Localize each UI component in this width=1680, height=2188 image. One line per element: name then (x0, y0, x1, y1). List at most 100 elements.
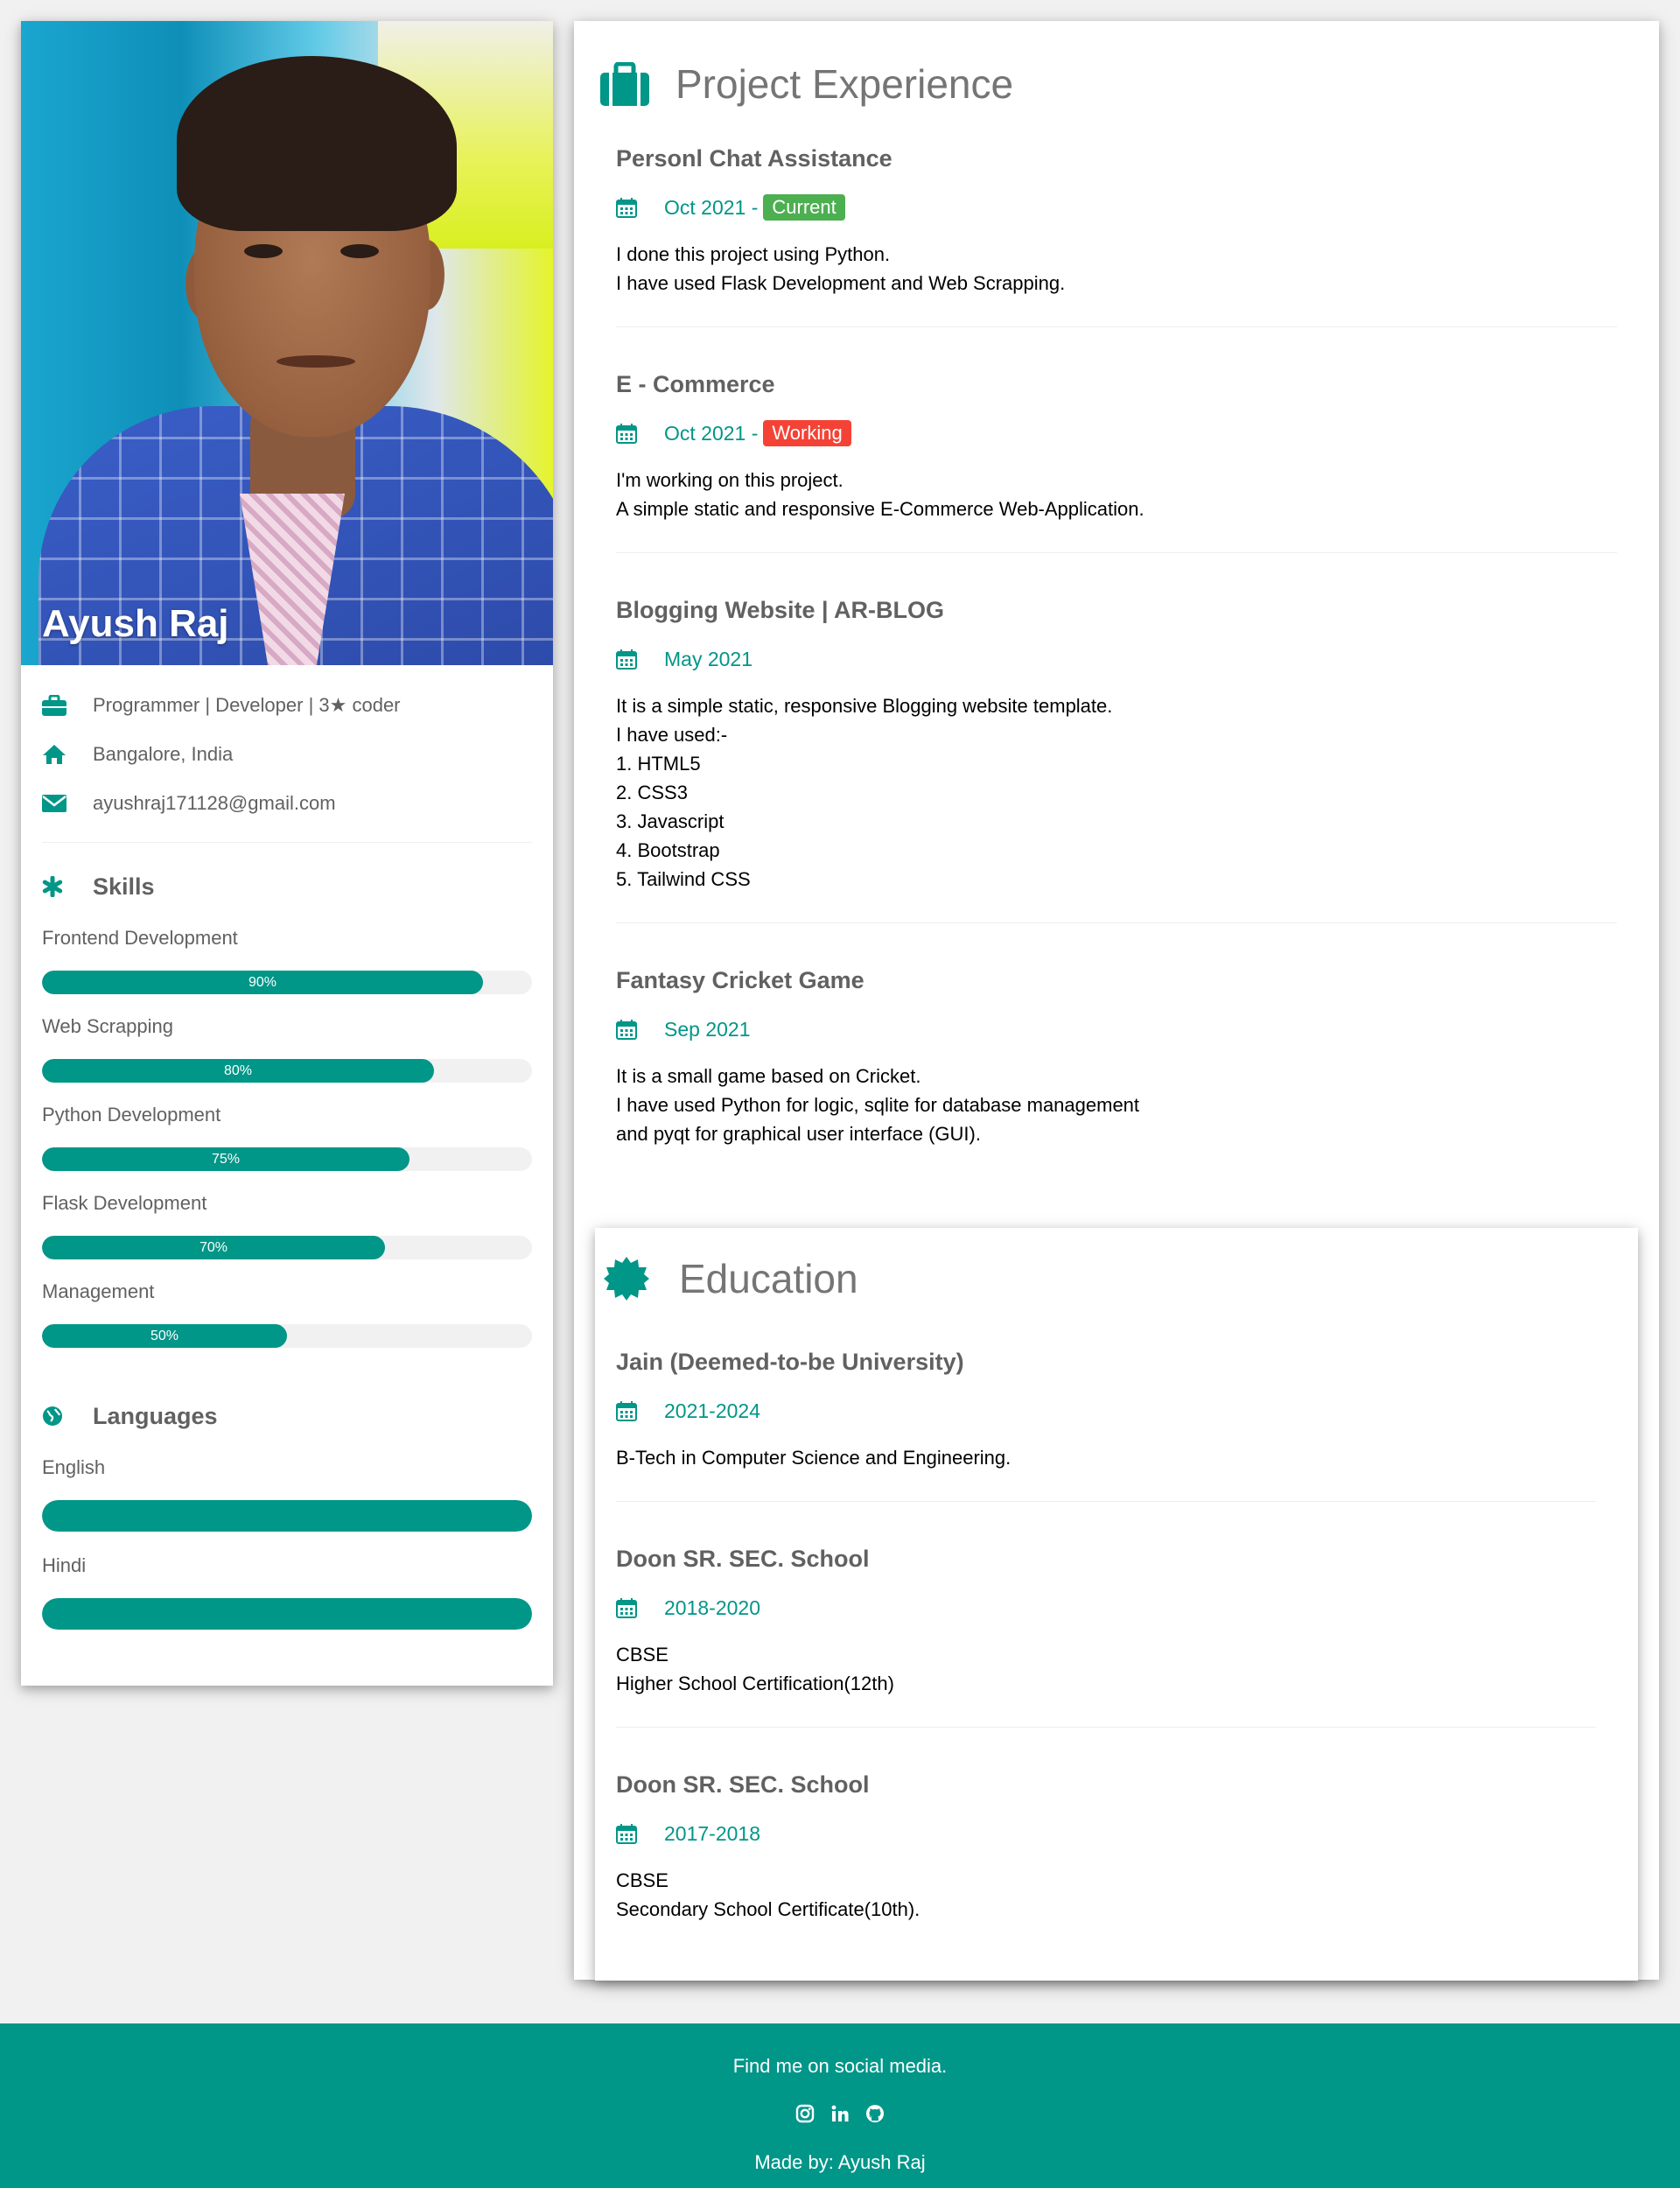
education-heading-text: Education (679, 1256, 858, 1301)
education-date-row: 2017-2018 (616, 1817, 1596, 1850)
calendar-icon (616, 423, 664, 444)
language-item: Hindi (21, 1542, 553, 1630)
education-date-row: 2021-2024 (616, 1394, 1596, 1427)
profile-title: Programmer | Developer | 3★ coder (93, 694, 401, 716)
description-line: 5. Tailwind CSS (616, 868, 751, 890)
project-title: Fantasy Cricket Game (616, 967, 864, 993)
profile-email-row: ayushraj171128@gmail.com (21, 779, 553, 828)
divider (616, 326, 1617, 327)
description-line: I have used Python for logic, sqlite for… (616, 1094, 1140, 1116)
education-date-row: 2018-2020 (616, 1591, 1596, 1624)
skill-bar-track: 70% (42, 1236, 532, 1259)
language-item: English (21, 1444, 553, 1532)
project-title: Personl Chat Assistance (616, 145, 892, 172)
skill-bar-fill: 80% (42, 1059, 434, 1083)
language-bar-track (42, 1500, 532, 1532)
linkedin-icon[interactable] (830, 2104, 850, 2128)
calendar-icon (616, 649, 664, 670)
description-line: I done this project using Python. (616, 243, 891, 265)
profile-location-row: Bangalore, India (21, 730, 553, 779)
education-date: 2018-2020 (664, 1595, 760, 1619)
language-bar-track (42, 1598, 532, 1630)
divider (616, 1727, 1596, 1728)
description-line: A simple static and responsive E-Commerc… (616, 498, 1144, 520)
education-description: CBSE Higher School Certification(12th) (616, 1640, 1596, 1698)
projects-heading-text: Project Experience (676, 61, 1014, 107)
project-date: Oct 2021 - (664, 195, 759, 219)
project-description: It is a simple static, responsive Bloggi… (616, 691, 1617, 894)
description-line: It is a small game based on Cricket. (616, 1065, 921, 1087)
social-links (0, 2104, 1680, 2128)
skill-item: Management 50% (21, 1268, 553, 1348)
education-title: Doon SR. SEC. School (616, 1546, 870, 1572)
skills-heading: Skills (21, 869, 553, 904)
project-date: Oct 2021 - (664, 421, 759, 445)
profile-location: Bangalore, India (93, 743, 234, 765)
education-date: 2021-2024 (664, 1399, 760, 1422)
skill-bar-fill: 70% (42, 1236, 385, 1259)
education-description: CBSE Secondary School Certificate(10th). (616, 1866, 1596, 1924)
description-line: I have used Flask Development and Web Sc… (616, 272, 1066, 294)
language-bar-fill (42, 1598, 532, 1630)
footer-made-by: Made by: Ayush Raj (754, 2151, 926, 2173)
project-date-row: May 2021 (616, 642, 1617, 676)
project-date-row: Sep 2021 (616, 1013, 1617, 1046)
description-line: It is a simple static, responsive Bloggi… (616, 695, 1113, 717)
description-line: and pyqt for graphical user interface (G… (616, 1123, 981, 1145)
divider (616, 1501, 1596, 1502)
calendar-icon (616, 197, 664, 218)
skill-bar-track: 80% (42, 1059, 532, 1083)
skill-item: Flask Development 70% (21, 1180, 553, 1259)
project-item: Personl Chat Assistance Oct 2021 - Curre… (574, 145, 1659, 298)
description-line: 2. CSS3 (616, 782, 688, 803)
project-date: Sep 2021 (664, 1017, 751, 1041)
description-line: 4. Bootstrap (616, 839, 720, 861)
skill-label: Frontend Development (42, 927, 238, 949)
projects-heading: Project Experience (574, 49, 1659, 119)
education-heading: Education (595, 1244, 1638, 1314)
profile-email[interactable]: ayushraj171128@gmail.com (93, 792, 336, 815)
description-line: CBSE (616, 1869, 668, 1891)
description-line: I'm working on this project. (616, 469, 844, 491)
globe-icon (42, 1406, 93, 1427)
languages-heading: Languages (21, 1399, 553, 1434)
project-description: It is a small game based on Cricket. I h… (616, 1062, 1617, 1148)
footer: Find me on social media. Made by: Ayush … (0, 2023, 1680, 2188)
education-item: Doon SR. SEC. School 2018-2020 CBSE High… (595, 1546, 1638, 1698)
description-line: I have used:- (616, 724, 728, 746)
project-title: Blogging Website | AR-BLOG (616, 597, 945, 623)
project-date-row: Oct 2021 - Current (616, 191, 1617, 224)
instagram-icon[interactable] (795, 2104, 815, 2128)
profile-name: Ayush Raj (42, 602, 229, 645)
asterisk-icon (42, 876, 93, 897)
skill-bar-track: 50% (42, 1324, 532, 1348)
language-label: Hindi (42, 1554, 87, 1576)
envelope-icon (42, 794, 93, 813)
description-line: Higher School Certification(12th) (616, 1673, 894, 1694)
divider (616, 552, 1617, 553)
skill-bar-fill: 90% (42, 971, 483, 994)
calendar-icon (616, 1019, 664, 1040)
project-item: E - Commerce Oct 2021 - Working I'm work… (574, 371, 1659, 523)
education-description: B-Tech in Computer Science and Engineeri… (616, 1443, 1596, 1472)
github-icon[interactable] (865, 2104, 885, 2128)
profile-card: Ayush Raj Programmer | Developer | 3★ co… (21, 21, 553, 1686)
calendar-icon (616, 1597, 664, 1618)
calendar-icon (616, 1400, 664, 1421)
project-item: Blogging Website | AR-BLOG May 2021 It i… (574, 597, 1659, 894)
skill-label: Management (42, 1280, 155, 1302)
description-line: 1. HTML5 (616, 753, 701, 775)
skill-label: Flask Development (42, 1192, 207, 1214)
skill-item: Frontend Development 90% (21, 915, 553, 994)
description-line: Secondary School Certificate(10th). (616, 1898, 920, 1920)
project-date: May 2021 (664, 647, 753, 670)
education-item: Jain (Deemed-to-be University) 2021-2024… (595, 1349, 1638, 1472)
divider (42, 842, 532, 843)
project-item: Fantasy Cricket Game Sep 2021 It is a sm… (574, 967, 1659, 1148)
description-line: 3. Javascript (616, 810, 724, 832)
home-icon (42, 744, 93, 765)
skill-label: Web Scrapping (42, 1015, 174, 1037)
project-description: I'm working on this project. A simple st… (616, 466, 1617, 523)
divider (616, 922, 1617, 923)
education-date: 2017-2018 (664, 1821, 760, 1845)
